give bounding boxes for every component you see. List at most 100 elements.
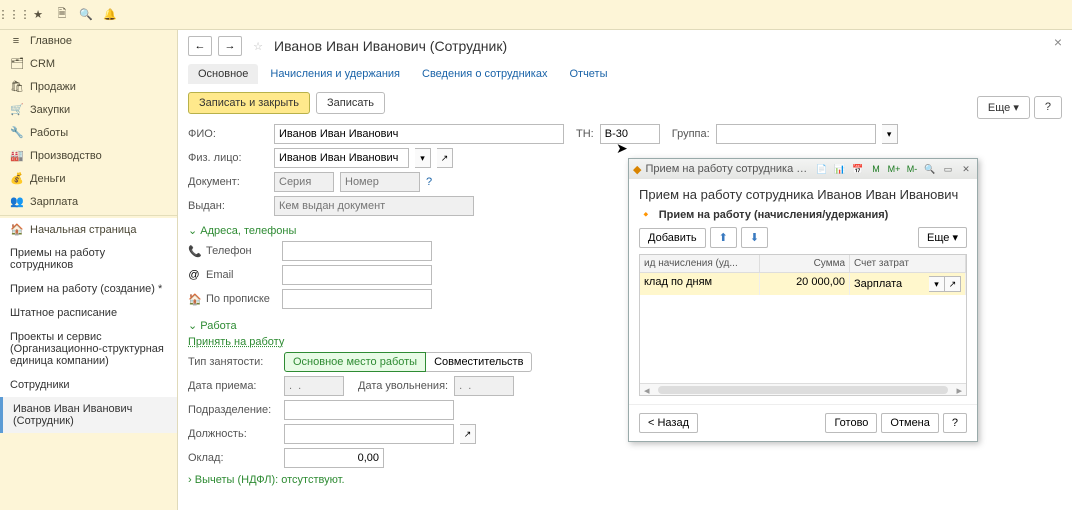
- item-label: Прием на работу (создание) *: [10, 283, 162, 295]
- cell-open-icon[interactable]: ↗: [945, 276, 961, 292]
- section-icon: 🔧: [10, 126, 22, 139]
- email-label: Email: [206, 269, 276, 281]
- popup-help-button[interactable]: ?: [943, 413, 967, 433]
- cell-sum: 20 000,00: [760, 273, 850, 295]
- sidebar-section[interactable]: 🛒 Закупки: [0, 98, 177, 121]
- section-icon: ≡: [10, 35, 22, 47]
- popup-mminus-icon[interactable]: M-: [905, 162, 919, 176]
- reg-input[interactable]: [282, 289, 432, 309]
- sidebar-section[interactable]: 🏭Производство: [0, 144, 177, 167]
- star-icon[interactable]: ★: [30, 7, 46, 23]
- tab[interactable]: Сведения о сотрудниках: [412, 64, 557, 84]
- phys-dropdown-icon[interactable]: ▾: [415, 148, 431, 168]
- popup-tool-icon[interactable]: 📄: [815, 162, 829, 176]
- sidebar-section[interactable]: 🛍Продажи: [0, 75, 177, 98]
- fire-date-input[interactable]: [454, 376, 514, 396]
- deductions-group-title[interactable]: › Вычеты (НДФЛ): отсутствуют.: [188, 474, 1062, 486]
- tab[interactable]: Основное: [188, 64, 258, 84]
- salary-label: Оклад:: [188, 452, 278, 464]
- popup-subtitle: Прием на работу (начисления/удержания): [659, 209, 889, 221]
- popup-add-button[interactable]: Добавить: [639, 228, 706, 248]
- phys-input[interactable]: [274, 148, 409, 168]
- group-label: Группа:: [672, 128, 710, 140]
- position-input[interactable]: [284, 424, 454, 444]
- tab[interactable]: Отчеты: [559, 64, 617, 84]
- sidebar-item[interactable]: 🏠Начальная страница: [0, 218, 177, 241]
- sidebar-item[interactable]: Прием на работу (создание) *: [0, 277, 177, 301]
- fio-input[interactable]: [274, 124, 564, 144]
- table-row[interactable]: клад по дням 20 000,00 Зарплата▾↗: [640, 273, 966, 295]
- phone-input[interactable]: [282, 241, 432, 261]
- section-icon: 🛍: [10, 80, 22, 93]
- popup-calc-icon[interactable]: 📊: [833, 162, 847, 176]
- emp-type-part-button[interactable]: Совместительств: [426, 352, 532, 372]
- email-input[interactable]: [282, 265, 432, 285]
- h-scrollbar[interactable]: ◂▸: [640, 383, 966, 395]
- doc-help-icon[interactable]: ?: [426, 176, 432, 188]
- position-open-icon[interactable]: ↗: [460, 424, 476, 444]
- apps-icon[interactable]: ⋮⋮⋮: [6, 7, 22, 23]
- group-input[interactable]: [716, 124, 876, 144]
- item-label: Начальная страница: [30, 224, 136, 236]
- hire-popup: ◆ Прием на работу сотрудника Иванов Иван…: [628, 158, 978, 442]
- save-and-close-button[interactable]: Записать и закрыть: [188, 92, 310, 114]
- popup-done-button[interactable]: Готово: [825, 413, 877, 433]
- popup-max-icon[interactable]: ▭: [941, 162, 955, 176]
- issuer-input[interactable]: [274, 196, 474, 216]
- popup-titlebar[interactable]: ◆ Прием на работу сотрудника Иванов Иван…: [629, 159, 977, 179]
- popup-down-button[interactable]: ⬇: [741, 227, 768, 248]
- section-label: Закупки: [30, 104, 70, 116]
- favorite-icon[interactable]: ☆: [248, 36, 268, 56]
- popup-mplus-icon[interactable]: M+: [887, 162, 901, 176]
- popup-back-button[interactable]: < Назад: [639, 413, 698, 433]
- col-header-accrual[interactable]: ид начисления (уд...: [640, 255, 760, 272]
- sidebar-section[interactable]: 👥Зарплата: [0, 190, 177, 213]
- emp-type-main-button[interactable]: Основное место работы: [284, 352, 426, 372]
- popup-zoom-icon[interactable]: 🔍: [923, 162, 937, 176]
- nav-back-button[interactable]: ←: [188, 36, 212, 56]
- sidebar-section[interactable]: 🔧Работы: [0, 121, 177, 144]
- popup-m-icon[interactable]: M: [869, 162, 883, 176]
- sidebar-section[interactable]: 💰Деньги: [0, 167, 177, 190]
- popup-close-icon[interactable]: ✕: [959, 162, 973, 176]
- tn-input[interactable]: [600, 124, 660, 144]
- col-header-account[interactable]: Счет затрат: [850, 255, 966, 272]
- nav-forward-button[interactable]: →: [218, 36, 242, 56]
- tab[interactable]: Начисления и удержания: [260, 64, 410, 84]
- popup-cal-icon[interactable]: 📅: [851, 162, 865, 176]
- sidebar-item[interactable]: Иванов Иван Иванович (Сотрудник): [0, 397, 177, 433]
- salary-input[interactable]: [284, 448, 384, 468]
- phys-open-icon[interactable]: ↗: [437, 148, 453, 168]
- help-button[interactable]: ?: [1034, 96, 1062, 119]
- popup-more-button[interactable]: Еще ▾: [918, 227, 967, 248]
- sidebar-item[interactable]: Сотрудники: [0, 373, 177, 397]
- col-header-sum[interactable]: Сумма: [760, 255, 850, 272]
- sidebar-item[interactable]: Приемы на работу сотрудников: [0, 241, 177, 277]
- save-button[interactable]: Записать: [316, 92, 385, 114]
- position-label: Должность:: [188, 428, 278, 440]
- dept-input[interactable]: [284, 400, 454, 420]
- sidebar-section[interactable]: 🗂CRM: [0, 52, 177, 75]
- group-dropdown-icon[interactable]: ▾: [882, 124, 898, 144]
- sidebar-item[interactable]: Штатное расписание: [0, 301, 177, 325]
- sidebar: ≡Главное🗂CRM🛍Продажи 🛒 Закупки 🔧Работы🏭Прои…: [0, 30, 178, 510]
- more-button[interactable]: Еще ▾: [977, 96, 1030, 119]
- close-icon[interactable]: ×: [1054, 34, 1062, 50]
- item-label: Сотрудники: [10, 379, 70, 391]
- sidebar-item[interactable]: Проекты и сервис (Организационно-структу…: [0, 325, 177, 373]
- doc-number-input[interactable]: [340, 172, 420, 192]
- sidebar-section[interactable]: ≡Главное: [0, 30, 177, 52]
- popup-cancel-button[interactable]: Отмена: [881, 413, 938, 433]
- hire-date-input[interactable]: [284, 376, 344, 396]
- hire-link[interactable]: Принять на работу: [188, 336, 284, 348]
- doc-icon[interactable]: 🗎: [54, 7, 70, 23]
- section-icon: 🛒: [10, 103, 22, 116]
- popup-up-button[interactable]: ⬆: [710, 227, 737, 248]
- section-icon: 👥: [10, 195, 22, 208]
- cell-dropdown-icon[interactable]: ▾: [929, 276, 945, 292]
- doc-series-input[interactable]: [274, 172, 334, 192]
- section-icon: 🏭: [10, 149, 22, 162]
- email-icon: @: [188, 269, 200, 281]
- bell-icon[interactable]: 🔔: [102, 7, 118, 23]
- search-icon[interactable]: 🔍: [78, 7, 94, 23]
